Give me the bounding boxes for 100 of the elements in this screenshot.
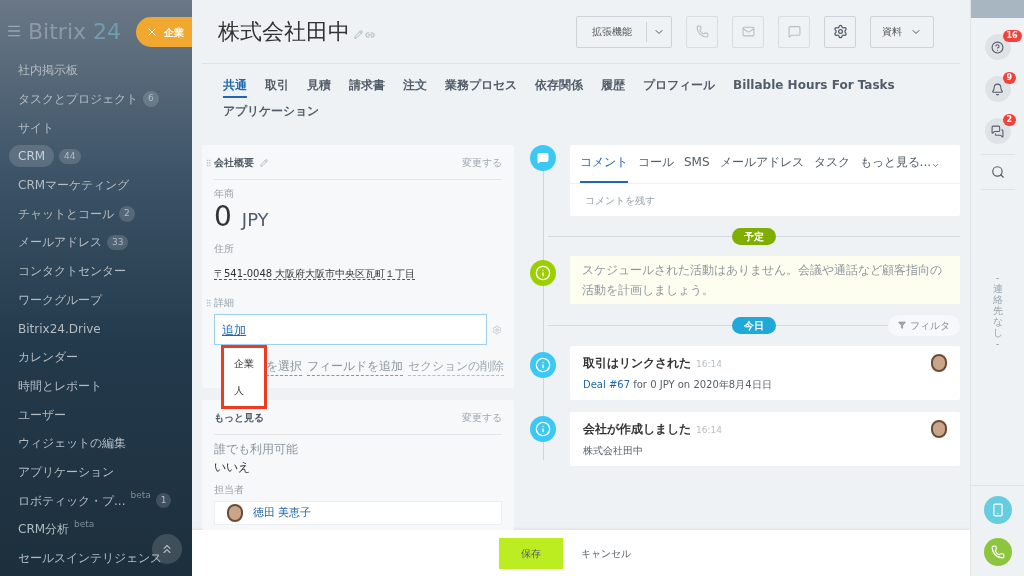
sidebar-item[interactable]: タスクとプロジェクト <box>18 90 138 109</box>
sidebar-item[interactable]: ユーザー <box>18 405 66 424</box>
mail-icon <box>741 25 755 38</box>
phone-icon <box>695 25 709 38</box>
event-time: 16:14 <box>696 424 722 437</box>
field-label: 年商 <box>214 187 235 201</box>
sidebar-item[interactable]: CRM分析 <box>18 520 70 539</box>
info-icon <box>535 421 551 437</box>
tab[interactable]: アプリケーション <box>223 102 319 124</box>
settings-icon <box>832 24 848 39</box>
filter-icon <box>898 321 906 329</box>
input-field[interactable]: 追加 <box>214 314 487 345</box>
event-title: 会社が作成しました <box>583 421 691 438</box>
avatar <box>931 354 947 372</box>
sidebar-item[interactable]: コンタクトセンター <box>18 262 126 281</box>
currency-label: JPY <box>241 208 269 232</box>
tab[interactable]: 履歴 <box>601 76 625 98</box>
call-button[interactable] <box>983 538 1012 566</box>
activity-tab[interactable]: コール <box>638 153 674 183</box>
empty-schedule-note: スケジュールされた活動はありません。会議や通話など顧客指向の活動を計画しましょう。 <box>570 256 960 304</box>
sidebar-item[interactable]: ウィジェットの編集 <box>18 434 126 453</box>
chevrons-up-icon <box>160 542 174 556</box>
deal-link[interactable]: Deal #67 <box>583 377 631 392</box>
chat-icon <box>991 124 1004 138</box>
sidebar-item[interactable]: Bitrix24.Drive <box>18 319 101 338</box>
activity-tab[interactable]: もっと見る... <box>859 153 932 183</box>
event-text: for 0 JPY on 2020年8月4日日 <box>632 378 772 392</box>
sidebar-item[interactable]: CRMマーケティング <box>18 176 130 195</box>
revenue-value: 0 <box>214 201 232 233</box>
avatar <box>931 420 947 438</box>
section-title: もっと見る <box>214 411 264 425</box>
comment-icon <box>537 152 549 164</box>
sidebar-item[interactable]: サイト <box>18 118 54 137</box>
menu-item[interactable]: 人 <box>234 383 264 398</box>
today-pill: 今日 <box>732 316 776 334</box>
field-value: いいえ <box>214 459 251 476</box>
sidebar-item[interactable]: チャットとコール <box>18 204 114 223</box>
sidebar-item[interactable]: CRM <box>9 145 55 168</box>
help-icon <box>991 40 1004 54</box>
sidebar-item[interactable]: メールアドレス <box>18 233 102 252</box>
close-icon <box>146 26 158 38</box>
cancel-button[interactable]: キャンセル <box>581 545 631 561</box>
no-contacts-label: - 連絡先なし - <box>992 272 1003 349</box>
tab[interactable]: プロフィール <box>643 76 715 98</box>
settings-button[interactable] <box>824 15 856 48</box>
counter-badge: 6 <box>143 91 159 107</box>
sidebar-item[interactable]: セールスインテリジェンス <box>18 549 162 568</box>
extensions-button[interactable]: 拡張機能 <box>576 15 672 48</box>
assignee-link[interactable]: 徳田 美恵子 <box>253 504 312 522</box>
pencil-icon[interactable] <box>260 158 268 167</box>
mail-button[interactable] <box>732 15 764 48</box>
menu-icon[interactable] <box>6 23 22 39</box>
drag-handle-icon[interactable] <box>204 296 213 309</box>
phone-button[interactable] <box>686 15 718 48</box>
save-button[interactable]: 保存 <box>499 537 563 569</box>
bell-icon <box>991 82 1004 96</box>
field-label: 誰でも利用可能 <box>214 441 299 458</box>
tab[interactable]: 業務プロセス <box>445 76 517 98</box>
pencil-icon[interactable] <box>354 30 363 39</box>
sidebar-item[interactable]: アプリケーション <box>18 462 114 481</box>
counter-badge: 1 <box>155 492 172 509</box>
planned-pill: 予定 <box>732 227 776 245</box>
sidebar-item[interactable]: ロボティック・プ... <box>18 491 126 510</box>
notification-badge: 16 <box>1002 30 1022 42</box>
smartphone-icon <box>990 503 1005 517</box>
tab[interactable]: 請求書 <box>349 76 385 98</box>
field-label: 詳細 <box>214 296 234 310</box>
caret-icon <box>931 161 941 170</box>
activity-tab[interactable]: SMS <box>684 153 710 183</box>
documents-button[interactable]: 資料 <box>870 15 934 48</box>
tab[interactable]: 共通 <box>223 76 247 98</box>
section-title: 会社概要 <box>214 156 254 170</box>
activity-tab[interactable]: タスク <box>813 153 850 183</box>
event-time: 16:14 <box>696 358 722 371</box>
search-icon[interactable] <box>990 165 1005 179</box>
tab[interactable]: 取引 <box>265 76 289 98</box>
beta-label: beta <box>130 489 151 503</box>
menu-item[interactable]: 企業 <box>234 356 264 371</box>
avatar <box>227 504 243 522</box>
sidebar-item[interactable]: ワークグループ <box>18 290 102 309</box>
rail-top-strip <box>971 0 1024 18</box>
settings-icon[interactable] <box>492 324 502 335</box>
scroll-up-button[interactable] <box>152 534 182 564</box>
sidebar-item[interactable]: カレンダー <box>18 348 78 367</box>
mobile-button[interactable] <box>983 496 1012 524</box>
tab[interactable]: Billable Hours For Tasks <box>733 76 895 98</box>
info-icon <box>535 357 551 373</box>
drag-handle-icon[interactable] <box>204 156 213 169</box>
tab[interactable]: 見積 <box>307 76 331 98</box>
notification-badge: 2 <box>1002 114 1017 126</box>
info-icon <box>535 265 551 281</box>
page-title: 株式会社田中 <box>218 18 350 46</box>
address-value: 〒541-0048 大阪府大阪市中央区瓦町１丁目 <box>214 268 416 280</box>
tab[interactable]: 依存関係 <box>535 76 583 98</box>
tab[interactable]: 注文 <box>403 76 427 98</box>
link-icon[interactable] <box>365 29 375 40</box>
activity-tab[interactable]: メールアドレス <box>719 153 804 183</box>
activity-tab[interactable]: コメント <box>580 153 628 183</box>
sidebar-item[interactable]: 時間とレポート <box>18 376 102 395</box>
chat-button[interactable] <box>778 15 810 48</box>
